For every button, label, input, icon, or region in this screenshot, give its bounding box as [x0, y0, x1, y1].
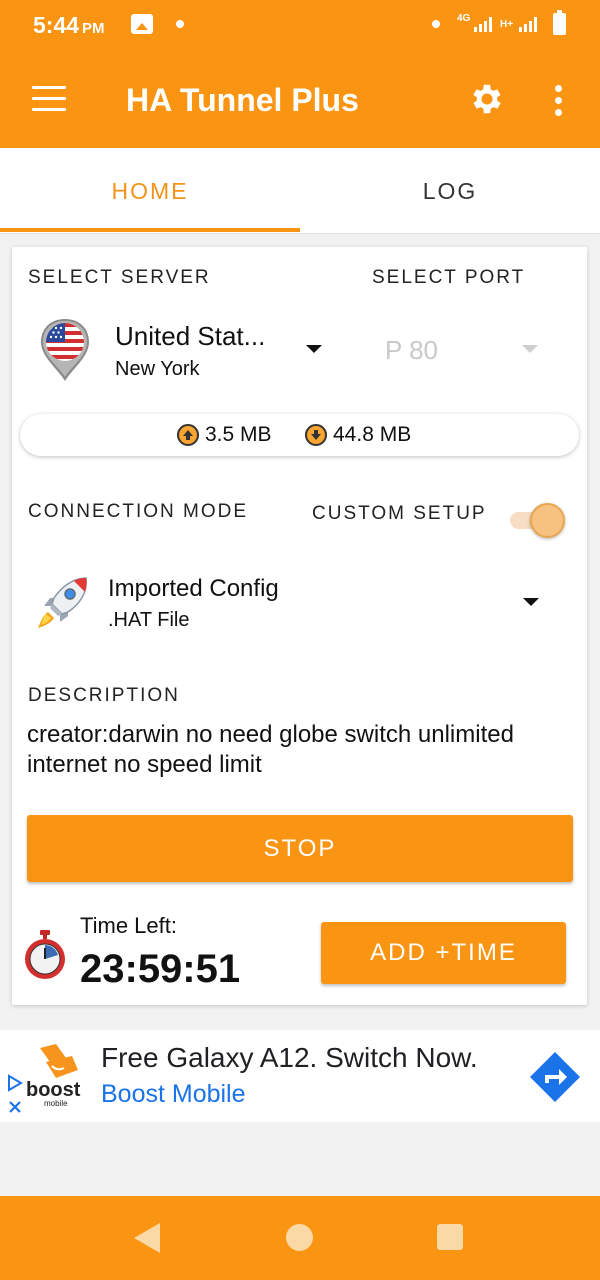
server-city[interactable]: New York: [115, 358, 200, 381]
notification-dot-icon: [176, 20, 184, 28]
tab-home[interactable]: HOME: [0, 148, 300, 234]
time-left-value: 23:59:51: [80, 947, 241, 991]
stop-button[interactable]: STOP: [27, 815, 573, 882]
back-icon[interactable]: [134, 1223, 160, 1253]
tab-indicator: [0, 228, 300, 232]
home-icon[interactable]: [286, 1224, 313, 1251]
adchoices-icon[interactable]: [6, 1070, 24, 1118]
hamburger-menu-icon[interactable]: [32, 86, 66, 112]
toggle-thumb: [530, 503, 565, 538]
main-card: SELECT SERVER SELECT PORT United Stat...…: [12, 247, 587, 1005]
boost-mobile-logo: boost mobile: [26, 1044, 81, 1108]
status-ampm: PM: [82, 20, 105, 37]
port-dropdown-caret-icon[interactable]: [522, 345, 538, 353]
ad-banner[interactable]: boost mobile Free Galaxy A12. Switch Now…: [0, 1030, 600, 1122]
recents-icon[interactable]: [437, 1224, 463, 1250]
status-time-value: 5:44: [33, 12, 80, 38]
directions-arrow-icon[interactable]: [528, 1050, 582, 1104]
download-stat: 44.8 MB: [305, 423, 411, 447]
connection-mode-sub[interactable]: .HAT File: [108, 609, 190, 632]
status-bar: 5:44 PM 4G H+: [0, 0, 600, 52]
description-label: DESCRIPTION: [28, 685, 180, 706]
boost-logo-sub: mobile: [44, 1099, 68, 1108]
battery-icon: [553, 10, 566, 35]
download-arrow-icon: [305, 424, 327, 446]
stopwatch-icon: [25, 930, 65, 979]
rocket-icon: [38, 577, 88, 628]
signal-1-icon: [474, 16, 492, 32]
us-flag-pin-icon[interactable]: [38, 317, 92, 383]
ad-advertiser[interactable]: Boost Mobile: [101, 1080, 246, 1109]
tab-bar: HOME LOG: [0, 148, 600, 234]
server-dropdown-caret-icon[interactable]: [306, 345, 322, 353]
overflow-menu-icon[interactable]: [555, 85, 565, 116]
custom-setup-toggle[interactable]: [510, 503, 566, 538]
upload-stat: 3.5 MB: [177, 423, 272, 447]
upload-arrow-icon: [177, 424, 199, 446]
select-server-label: SELECT SERVER: [28, 267, 211, 288]
description-text: creator:darwin no need globe switch unli…: [27, 721, 514, 778]
connection-mode-name[interactable]: Imported Config: [108, 575, 279, 603]
system-nav-bar: [0, 1196, 600, 1280]
connection-mode-label: CONNECTION MODE: [28, 501, 248, 522]
ad-headline[interactable]: Free Galaxy A12. Switch Now.: [101, 1042, 478, 1074]
upload-value: 3.5 MB: [205, 423, 272, 446]
port-value[interactable]: P 80: [385, 335, 438, 366]
select-port-label: SELECT PORT: [372, 267, 526, 288]
traffic-pill: 3.5 MB 44.8 MB: [20, 414, 579, 456]
time-left-label: Time Left:: [80, 913, 177, 938]
status-dot-icon: [432, 20, 440, 28]
signal-2-icon: [519, 16, 537, 32]
network-type-hplus: H+: [500, 19, 514, 30]
server-name[interactable]: United Stat...: [115, 321, 265, 352]
gear-icon[interactable]: [468, 80, 506, 118]
custom-setup-label: CUSTOM SETUP: [312, 503, 487, 524]
app-bar: HA Tunnel Plus: [0, 52, 600, 148]
add-time-button[interactable]: ADD +TIME: [321, 922, 566, 984]
app-title: HA Tunnel Plus: [126, 82, 359, 118]
tab-log[interactable]: LOG: [300, 148, 600, 234]
boost-logo-text: boost: [26, 1079, 81, 1101]
download-value: 44.8 MB: [333, 423, 412, 446]
mode-dropdown-caret-icon[interactable]: [523, 598, 539, 606]
image-notification-icon: [131, 14, 153, 34]
network-type-4g: 4G: [457, 13, 471, 24]
status-time: 5:44 PM: [33, 12, 105, 39]
